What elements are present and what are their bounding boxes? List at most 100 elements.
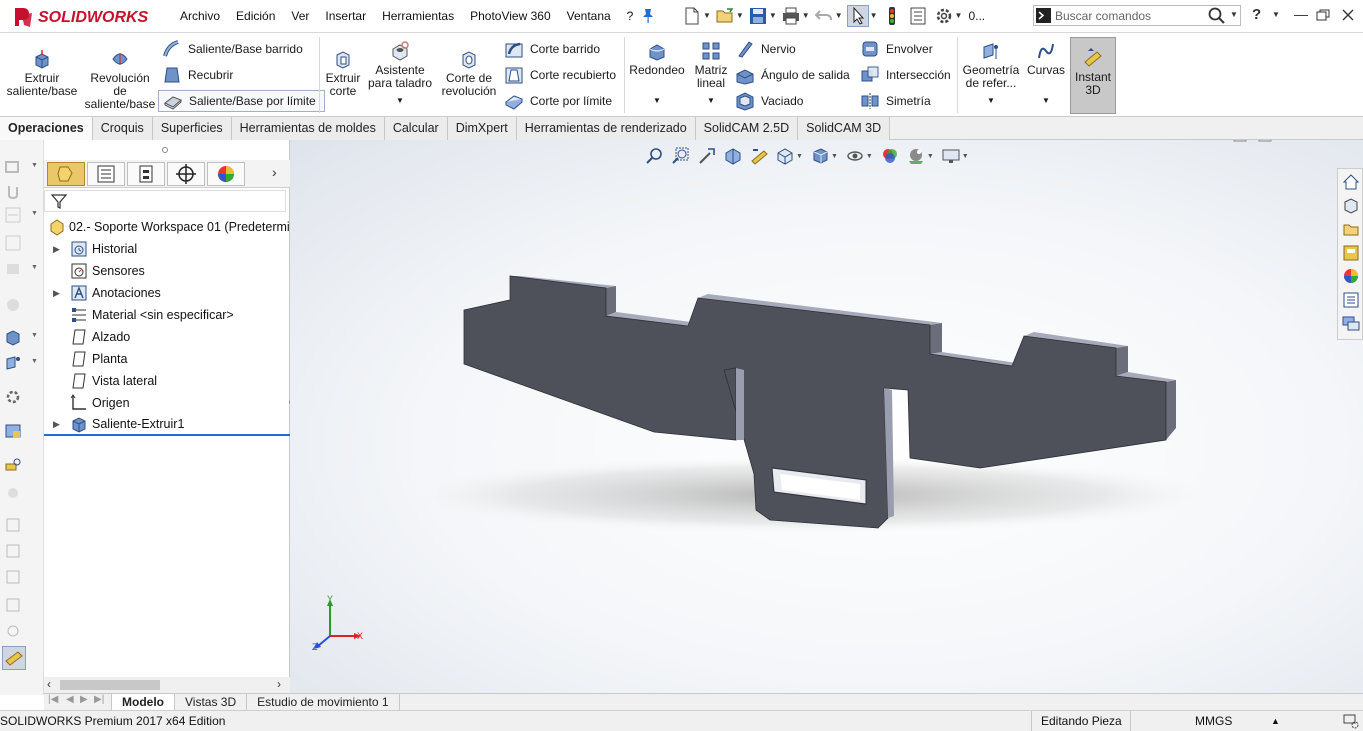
command-search-box[interactable]: Buscar comandos ▼: [1033, 5, 1241, 26]
new-dropdown-caret[interactable]: ▼: [703, 6, 711, 26]
smart-dimension-icon[interactable]: [4, 206, 22, 224]
tree-item-vista-lateral[interactable]: Vista lateral: [44, 370, 290, 392]
help-dropdown-caret[interactable]: ▼: [1272, 10, 1280, 19]
swept-boss-button[interactable]: Saliente/Base barrido: [162, 38, 303, 60]
tab-operaciones[interactable]: Operaciones: [0, 117, 93, 140]
relations-icon[interactable]: [4, 260, 22, 278]
curves-button[interactable]: Curvas ▼: [1026, 41, 1066, 107]
tree-item-planta[interactable]: Planta: [44, 348, 290, 370]
print-icon[interactable]: [781, 6, 801, 26]
configuration-manager-tab[interactable]: [127, 162, 165, 186]
toolbar-caret[interactable]: ▼: [31, 332, 38, 339]
menu-insertar[interactable]: Insertar: [317, 8, 374, 24]
graphics-area[interactable]: ▼ ▼ ▼ ▼ ▼ —: [290, 140, 1363, 693]
tab-herramientas-moldes[interactable]: Herramientas de moldes: [231, 117, 385, 140]
scroll-thumb[interactable]: [60, 680, 160, 690]
last-tab-button[interactable]: ▶|: [94, 694, 104, 705]
tab-croquis[interactable]: Croquis: [92, 117, 153, 140]
rebuild-traffic-light-icon[interactable]: [882, 6, 902, 26]
tab-solidcam-25d[interactable]: SolidCAM 2.5D: [695, 117, 799, 140]
settings-gear-icon[interactable]: [4, 388, 22, 406]
tree-item-material[interactable]: Material <sin especificar>: [44, 304, 290, 326]
wrap-button[interactable]: Envolver: [860, 38, 933, 60]
search-dropdown-caret[interactable]: ▼: [1230, 10, 1238, 19]
help-button[interactable]: ?: [1252, 6, 1261, 23]
intersect-button[interactable]: Intersección: [860, 64, 951, 86]
linear-pattern-caret[interactable]: ▼: [690, 94, 732, 107]
tab-vistas-3d[interactable]: Vistas 3D: [175, 694, 248, 710]
swept-cut-button[interactable]: Corte barrido: [504, 38, 600, 60]
save-icon[interactable]: [748, 6, 768, 26]
linear-pattern-button[interactable]: Matriz lineal ▼: [690, 41, 732, 107]
search-icon[interactable]: [1208, 7, 1226, 25]
tab-modelo[interactable]: Modelo: [112, 694, 175, 710]
hand-icon[interactable]: [4, 296, 22, 314]
scroll-right-arrow[interactable]: ›: [277, 677, 281, 691]
geometry-analysis-icon[interactable]: [4, 596, 22, 614]
hole-wizard-caret[interactable]: ▼: [366, 94, 434, 107]
boundary-boss-button[interactable]: Saliente/Base por límite: [158, 90, 325, 112]
instant3d-side-toggle[interactable]: [2, 646, 26, 670]
tree-filter-box[interactable]: [44, 190, 286, 212]
quick-zero-label[interactable]: 0...: [968, 9, 985, 23]
table-tool-icon[interactable]: [4, 422, 22, 440]
menu-ventana[interactable]: Ventana: [559, 8, 619, 24]
view-palette-icon[interactable]: [1342, 244, 1360, 262]
tab-superficies[interactable]: Superficies: [152, 117, 232, 140]
dimxpert-manager-tab[interactable]: [167, 162, 205, 186]
tree-horizontal-scrollbar[interactable]: ‹ ›: [44, 677, 290, 693]
close-icon[interactable]: [1341, 8, 1355, 22]
select-dropdown-caret[interactable]: ▼: [870, 6, 878, 26]
sketch-tool-icon[interactable]: [4, 158, 22, 176]
menu-photoview[interactable]: PhotoView 360: [462, 8, 559, 24]
paperclip-icon[interactable]: [4, 182, 22, 200]
extrude-tool-icon[interactable]: [4, 328, 22, 346]
reference-geometry-caret[interactable]: ▼: [960, 94, 1022, 107]
fillet-caret[interactable]: ▼: [628, 94, 686, 107]
tree-item-anotaciones[interactable]: ▶ Anotaciones: [44, 282, 290, 304]
sketch-entities-icon[interactable]: [4, 234, 22, 252]
options-dropdown-caret[interactable]: ▼: [955, 6, 963, 26]
check-tool-icon[interactable]: [4, 568, 22, 586]
file-explorer-icon[interactable]: [1342, 220, 1360, 238]
tree-item-historial[interactable]: ▶ Historial: [44, 238, 290, 260]
menu-herramientas[interactable]: Herramientas: [374, 8, 462, 24]
tree-item-origen[interactable]: Origen: [44, 392, 290, 414]
print-dropdown-caret[interactable]: ▼: [802, 6, 810, 26]
tree-item-sensores[interactable]: Sensores: [44, 260, 290, 282]
tab-renderizado[interactable]: Herramientas de renderizado: [516, 117, 696, 140]
file-properties-icon[interactable]: [908, 6, 928, 26]
section-tool-icon[interactable]: [4, 516, 22, 534]
tree-item-alzado[interactable]: Alzado: [44, 326, 290, 348]
toolbar-caret[interactable]: ▼: [31, 264, 38, 271]
fillet-button[interactable]: Redondeo ▼: [628, 41, 686, 107]
next-tab-button[interactable]: ▶: [80, 694, 88, 705]
lofted-cut-button[interactable]: Corte recubierto: [504, 64, 616, 86]
part-3d-model[interactable]: [290, 140, 1363, 693]
custom-properties-icon[interactable]: [1342, 291, 1360, 309]
previous-tab-button[interactable]: ◀: [66, 694, 74, 705]
revolve-boss-button[interactable]: Revolución de saliente/base: [84, 49, 156, 111]
forum-chat-icon[interactable]: [1342, 315, 1360, 333]
toolbar-caret[interactable]: ▼: [31, 358, 38, 365]
first-tab-button[interactable]: |◀: [48, 694, 58, 705]
tree-item-saliente-extruir1[interactable]: ▶ Saliente-Extruir1: [44, 414, 290, 436]
display-manager-tab[interactable]: [207, 162, 245, 186]
feature-manager-tab[interactable]: [47, 162, 85, 186]
menu-ver[interactable]: Ver: [283, 8, 317, 24]
expand-arrow[interactable]: ▶: [53, 288, 60, 299]
restore-icon[interactable]: [1316, 9, 1330, 21]
expand-arrow[interactable]: ▶: [53, 419, 60, 430]
rebuild-status-icon[interactable]: [1343, 713, 1359, 729]
scroll-left-arrow[interactable]: ‹: [47, 677, 51, 691]
thickness-analysis-icon[interactable]: [4, 622, 22, 640]
new-document-icon[interactable]: [682, 6, 702, 26]
minimize-button[interactable]: —: [1294, 6, 1308, 22]
save-dropdown-caret[interactable]: ▼: [769, 6, 777, 26]
instant3d-toggle[interactable]: Instant 3D: [1070, 37, 1116, 114]
menu-edicion[interactable]: Edición: [228, 8, 283, 24]
home-icon[interactable]: [1342, 173, 1360, 191]
options-gear-icon[interactable]: [934, 6, 954, 26]
undo-icon[interactable]: [814, 6, 834, 26]
property-manager-tab[interactable]: [87, 162, 125, 186]
